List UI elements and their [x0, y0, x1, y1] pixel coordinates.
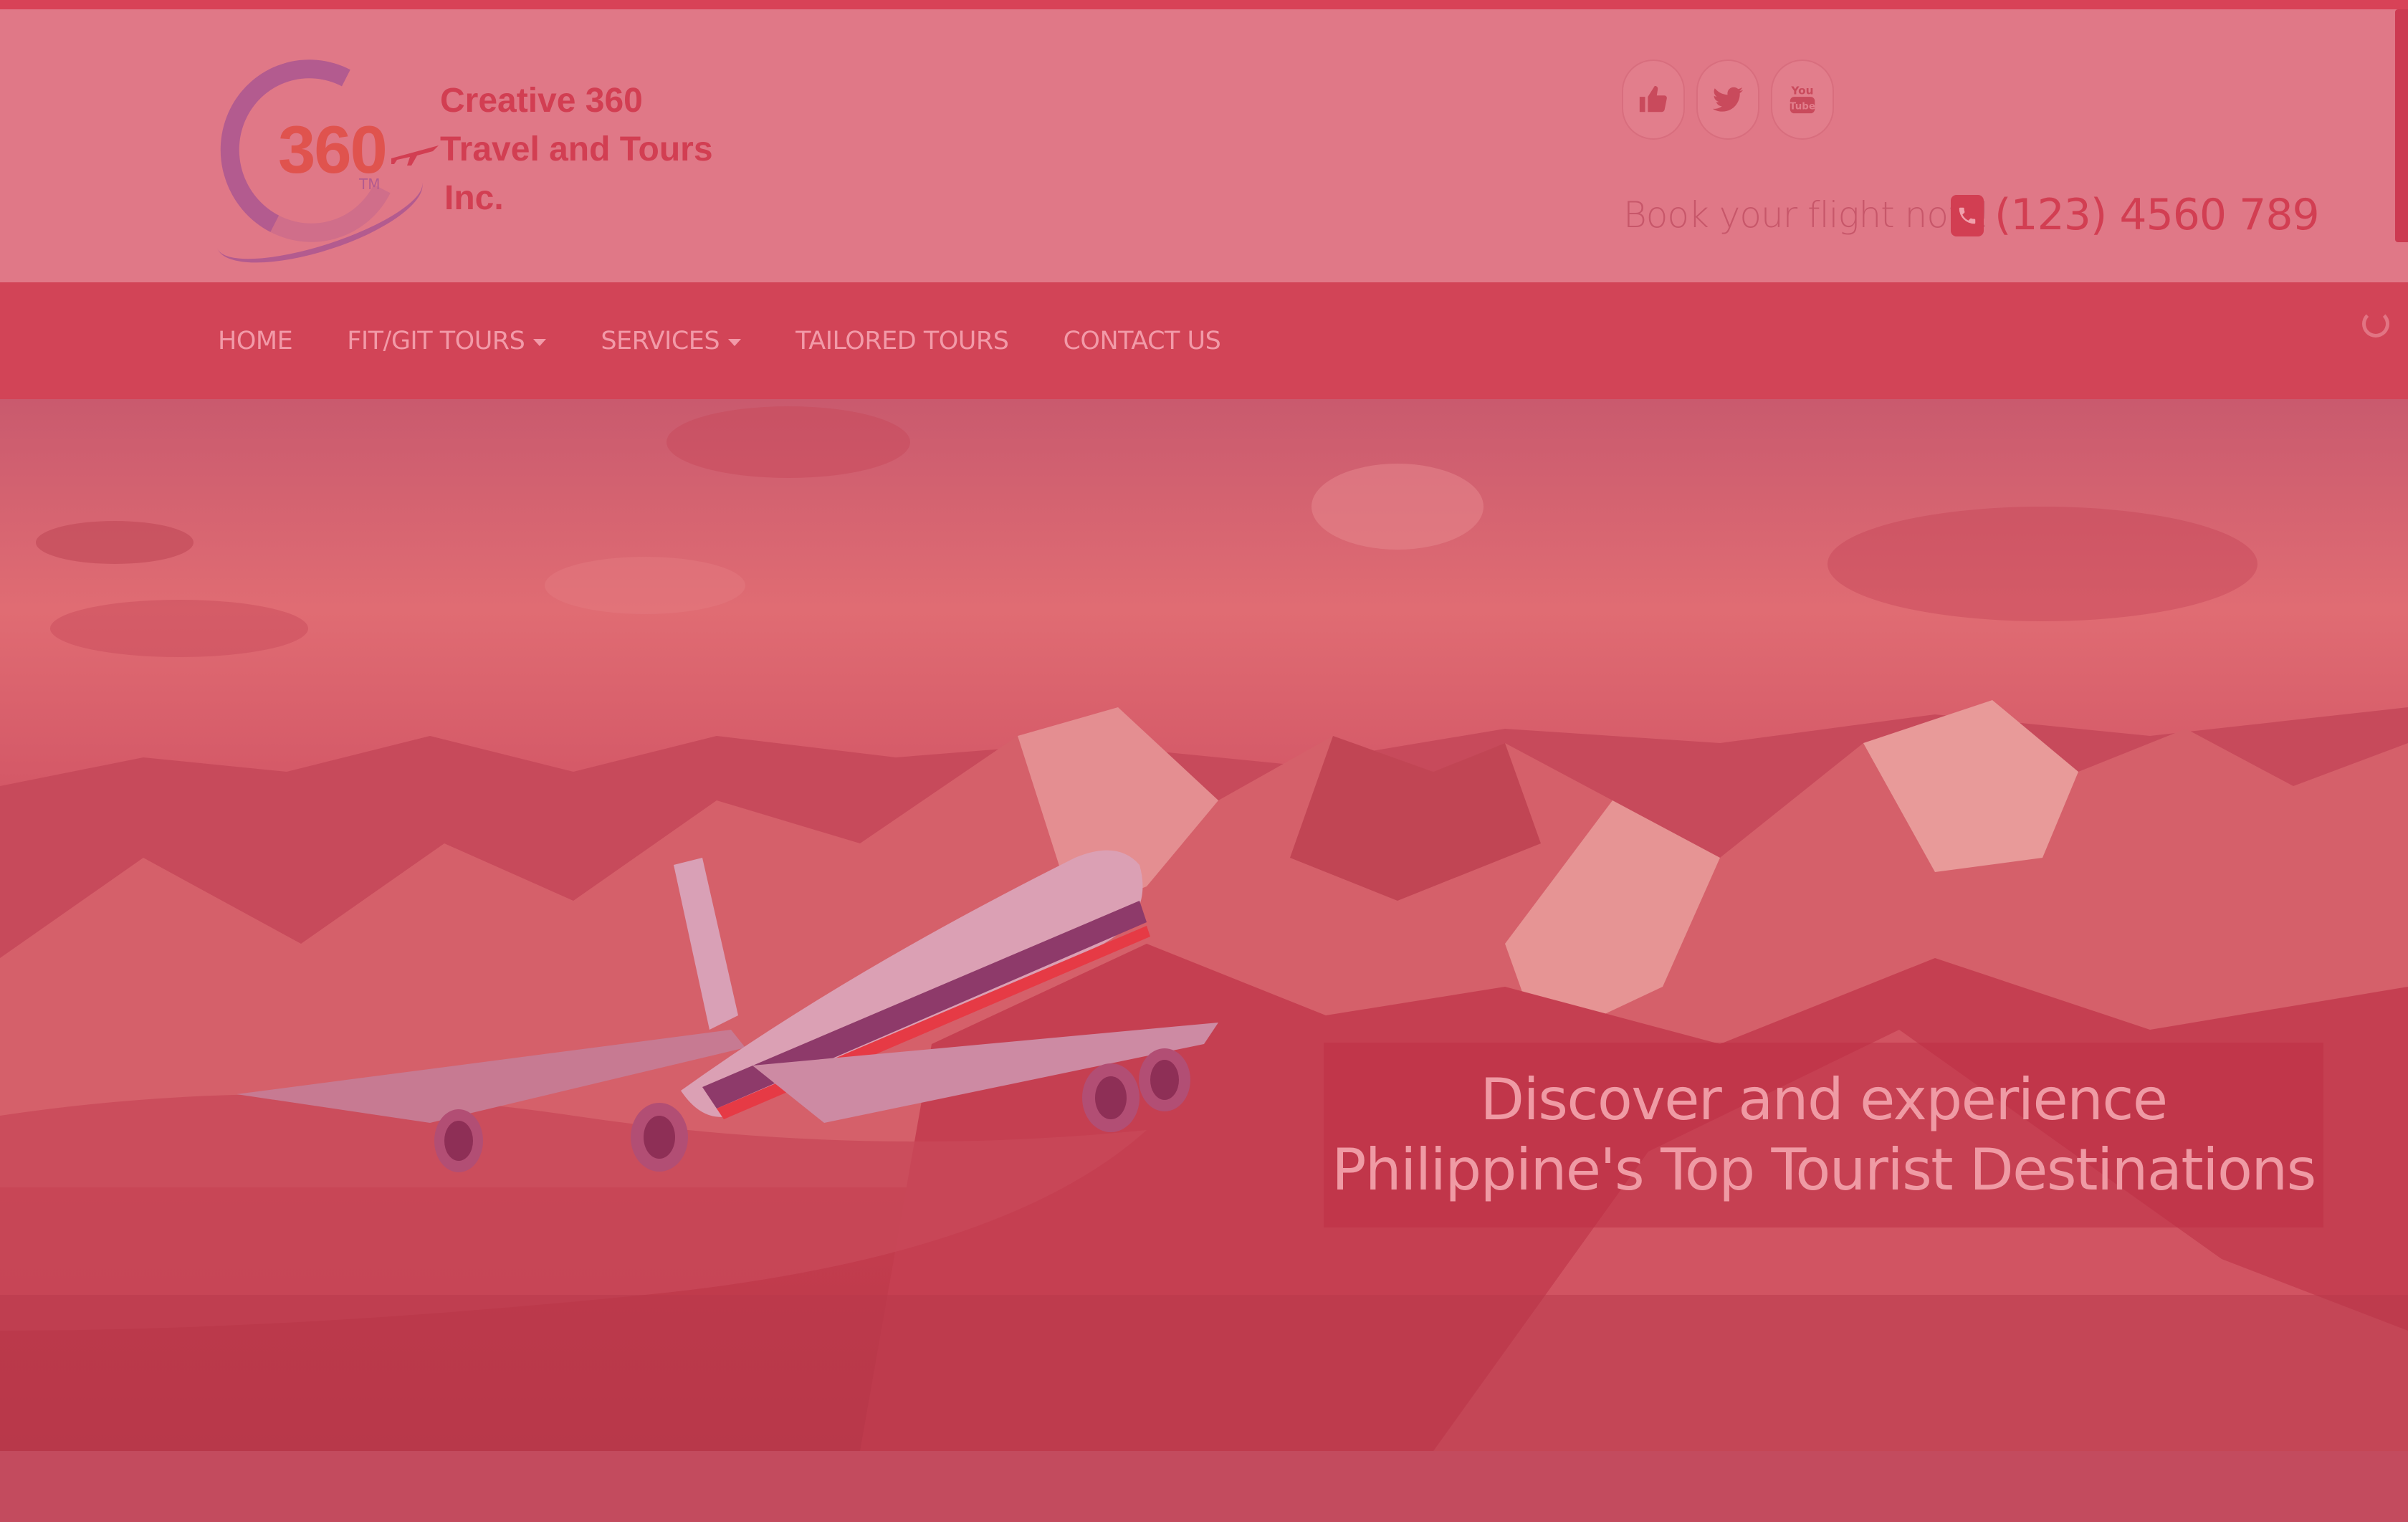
svg-text:You: You [1790, 84, 1813, 97]
site-header: 360 TM Creative 360 Travel and Tours Inc… [0, 9, 2408, 282]
logo-trademark: TM [359, 176, 381, 193]
nav-item-tailored-tours[interactable]: TAILORED TOURS [796, 326, 1009, 355]
phone-number-link[interactable]: (123) 4560 789 [1994, 190, 2320, 240]
nav-item-label: SERVICES [601, 326, 720, 355]
nav-item-contact-us[interactable]: CONTACT US [1063, 327, 1220, 355]
svg-text:Tube: Tube [1790, 101, 1815, 112]
caret-down-icon [728, 338, 742, 346]
nav-item-label: CONTACT US [1063, 326, 1221, 355]
company-name: Creative 360 Travel and Tours Inc. [440, 77, 713, 223]
thumbs-up-icon [1639, 85, 1667, 113]
nav-item-home[interactable]: HOME [218, 326, 293, 355]
phone-icon [1951, 195, 1984, 236]
company-name-line: Inc. [444, 179, 504, 217]
nav-item-services[interactable]: SERVICES [601, 326, 742, 355]
twitter-icon [1712, 87, 1744, 112]
booking-prompt: Book your flight now! [1623, 194, 1991, 236]
scrollbar-thumb[interactable] [2395, 9, 2408, 242]
company-name-line: Travel and Tours [440, 130, 713, 168]
top-border [0, 0, 2408, 9]
nav-item-fit-git-tours[interactable]: FIT/GIT TOURS [347, 326, 547, 355]
caret-down-icon [533, 338, 547, 346]
hero-image [0, 406, 2408, 1451]
hero-caption: Discover and experience Philippine's Top… [1324, 1043, 2323, 1227]
nav-item-label: FIT/GIT TOURS [347, 326, 525, 355]
footer-strip [0, 1451, 2408, 1522]
company-name-line: Creative 360 [440, 82, 643, 120]
company-logo[interactable]: 360 TM Creative 360 Travel and Tours Inc… [196, 36, 713, 282]
social-links: You Tube [1622, 59, 1834, 140]
youtube-icon: You Tube [1790, 84, 1815, 114]
logo-plane-icon [391, 145, 439, 166]
youtube-button[interactable]: You Tube [1771, 59, 1834, 140]
hero-slider: Discover and experience Philippine's Top… [0, 399, 2408, 1451]
facebook-like-button[interactable] [1622, 59, 1685, 140]
hero-caption-text: Discover and experience Philippine's Top… [1332, 1066, 2316, 1203]
loading-spinner-icon [2362, 310, 2389, 338]
nav-item-label: HOME [218, 326, 293, 355]
nav-item-label: TAILORED TOURS [796, 326, 1009, 355]
twitter-button[interactable] [1696, 59, 1759, 140]
main-nav: HOME FIT/GIT TOURS SERVICES TAILORED TOU… [0, 282, 2408, 399]
